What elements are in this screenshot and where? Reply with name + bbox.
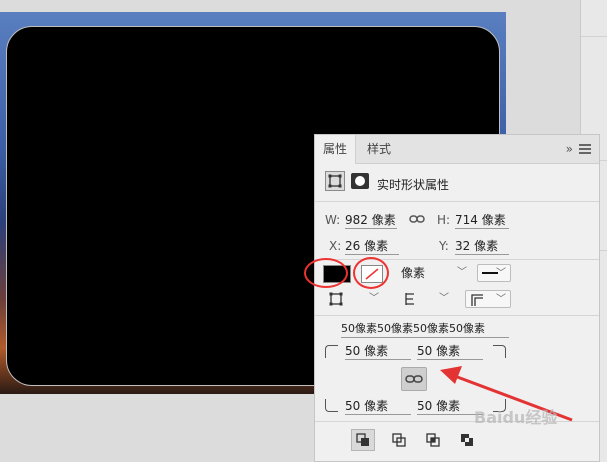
annotation-arrow [440, 366, 573, 422]
watermark-text: Baidu经验 [474, 408, 558, 427]
